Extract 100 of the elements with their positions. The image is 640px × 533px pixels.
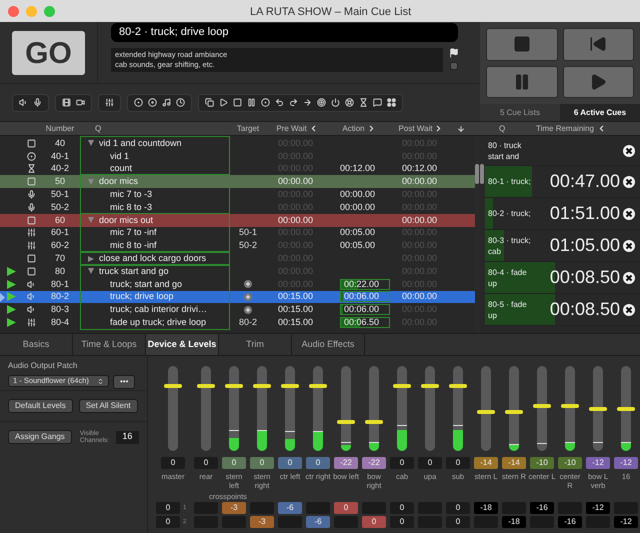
music-note-icon[interactable] (162, 98, 171, 107)
pause-button[interactable] (486, 66, 558, 98)
level-value[interactable]: 0 (278, 457, 302, 469)
close-icon[interactable] (623, 272, 635, 284)
disclosure-down-icon[interactable] (88, 268, 94, 274)
crosspoint-cell[interactable]: 0 (156, 502, 180, 514)
fader-thumb[interactable] (449, 384, 467, 388)
target-icon[interactable] (317, 98, 326, 107)
inspector-tab[interactable]: Basics (0, 334, 73, 355)
fader-thumb[interactable] (421, 384, 439, 388)
level-value[interactable]: -10 (558, 457, 582, 469)
fader-thumb[interactable] (337, 420, 355, 424)
go-button[interactable]: GO (12, 30, 85, 74)
arrow-down-icon[interactable] (457, 124, 465, 132)
cue-row[interactable]: 60 door mics out 00:00.00 00:00.00 (0, 214, 475, 227)
active-cue[interactable]: 80-5 · fade up 00:08.50 (485, 294, 640, 326)
scrollbar-thumb[interactable] (480, 164, 484, 184)
level-value[interactable]: -10 (530, 457, 554, 469)
clock-icon[interactable] (176, 98, 185, 107)
crosspoint-cell[interactable]: -18 (502, 516, 526, 528)
crosspoint-cell[interactable]: 0 (362, 516, 386, 528)
play-button[interactable] (562, 66, 634, 98)
column-header[interactable]: Time Remaining (536, 122, 594, 134)
crosspoint-cell[interactable]: 0 (446, 502, 470, 514)
visible-channels-field[interactable]: 16 (116, 430, 139, 444)
speaker-icon[interactable] (19, 98, 28, 107)
crosspoint-cell[interactable]: -3 (250, 516, 274, 528)
fader-thumb[interactable] (253, 384, 271, 388)
fader-thumb[interactable] (197, 384, 215, 388)
crosspoint-cell[interactable]: -6 (278, 502, 302, 514)
fader-thumb[interactable] (505, 410, 523, 414)
level-button[interactable]: Default Levels (8, 399, 73, 413)
power-icon[interactable] (331, 98, 340, 107)
more-button[interactable]: ••• (113, 375, 136, 389)
crosspoint-cell[interactable]: -16 (558, 516, 582, 528)
pause-icon[interactable] (247, 98, 256, 107)
level-value[interactable]: 0 (222, 457, 246, 469)
crosspoint-cell[interactable]: -12 (586, 502, 610, 514)
close-icon[interactable] (623, 208, 635, 220)
active-cue[interactable]: 80-3 · truck; cab 01:05.00 (485, 230, 640, 262)
video-camera-icon[interactable] (76, 98, 85, 107)
fader-thumb[interactable] (164, 384, 182, 388)
crosspoint-cell[interactable]: 0 (390, 502, 414, 514)
fader-thumb[interactable] (393, 384, 411, 388)
stacked-squares-icon[interactable] (205, 98, 214, 107)
level-value[interactable]: -12 (614, 457, 638, 469)
assign-gangs-button[interactable]: Assign Gangs (8, 430, 72, 444)
column-header[interactable]: Q (80, 122, 230, 134)
ring-icon[interactable] (345, 98, 354, 107)
crosspoint-cell[interactable]: -16 (530, 502, 554, 514)
inspector-tab[interactable]: Trim (219, 334, 292, 355)
play-icon[interactable] (219, 98, 228, 107)
four-dots-icon[interactable] (387, 98, 396, 107)
fader-thumb[interactable] (533, 404, 551, 408)
speech-bubble-icon[interactable] (373, 98, 382, 107)
close-icon[interactable] (623, 304, 635, 316)
hourglass-icon[interactable] (359, 98, 368, 107)
column-header[interactable]: Action (342, 122, 365, 134)
level-value[interactable]: 0 (161, 457, 185, 469)
crosspoint-cell[interactable]: -6 (306, 516, 330, 528)
column-header[interactable]: Post Wait (398, 122, 432, 134)
level-value[interactable]: 0 (250, 457, 274, 469)
flag-checkbox[interactable] (450, 62, 458, 70)
inspector-tab[interactable]: Device & Levels (146, 334, 219, 355)
fader-thumb[interactable] (477, 410, 495, 414)
disclosure-down-icon[interactable] (88, 140, 94, 146)
crosspoint-cell[interactable]: -3 (222, 502, 246, 514)
film-strip-icon[interactable] (62, 98, 71, 107)
fader-thumb[interactable] (561, 404, 579, 408)
crosspoint-cell[interactable]: -12 (614, 516, 638, 528)
level-value[interactable]: 0 (194, 457, 218, 469)
scrollbar-thumb[interactable] (475, 164, 479, 184)
column-header[interactable]: Pre Wait (276, 122, 307, 134)
column-header[interactable]: Q (480, 122, 520, 134)
fader-thumb[interactable] (589, 407, 607, 412)
fader-thumb[interactable] (365, 420, 383, 424)
panel-tab[interactable]: 6 Active Cues (560, 104, 640, 121)
undo-icon[interactable] (275, 98, 284, 107)
cue-row[interactable]: 80-2 truck; drive loop 00:15.00 00:06.00 00:00.00 (0, 290, 475, 304)
close-icon[interactable] (623, 176, 635, 188)
disclosure-right-icon[interactable] (88, 256, 94, 262)
crosspoint-cell[interactable]: 0 (390, 516, 414, 528)
fader-thumb[interactable] (281, 384, 299, 388)
cue-name-field[interactable]: 80-2 · truck; drive loop (111, 23, 458, 42)
target-icon[interactable] (134, 98, 143, 107)
close-icon[interactable] (623, 144, 635, 156)
microphone-icon[interactable] (33, 98, 42, 107)
fader-thumb[interactable] (225, 384, 243, 388)
level-value[interactable]: 0 (418, 457, 442, 469)
active-cue[interactable]: 80-4 · fade up 00:08.50 (485, 262, 640, 294)
level-value[interactable]: -14 (474, 457, 498, 469)
arrow-right-icon[interactable] (303, 98, 312, 107)
stop-button[interactable] (486, 28, 558, 60)
close-icon[interactable] (623, 240, 635, 252)
level-value[interactable]: 0 (306, 457, 330, 469)
level-value[interactable]: 0 (446, 457, 470, 469)
level-value[interactable]: 0 (390, 457, 414, 469)
column-header[interactable]: Target (230, 122, 266, 134)
record-icon[interactable] (261, 98, 270, 107)
crosspoint-cell[interactable]: -18 (474, 502, 498, 514)
